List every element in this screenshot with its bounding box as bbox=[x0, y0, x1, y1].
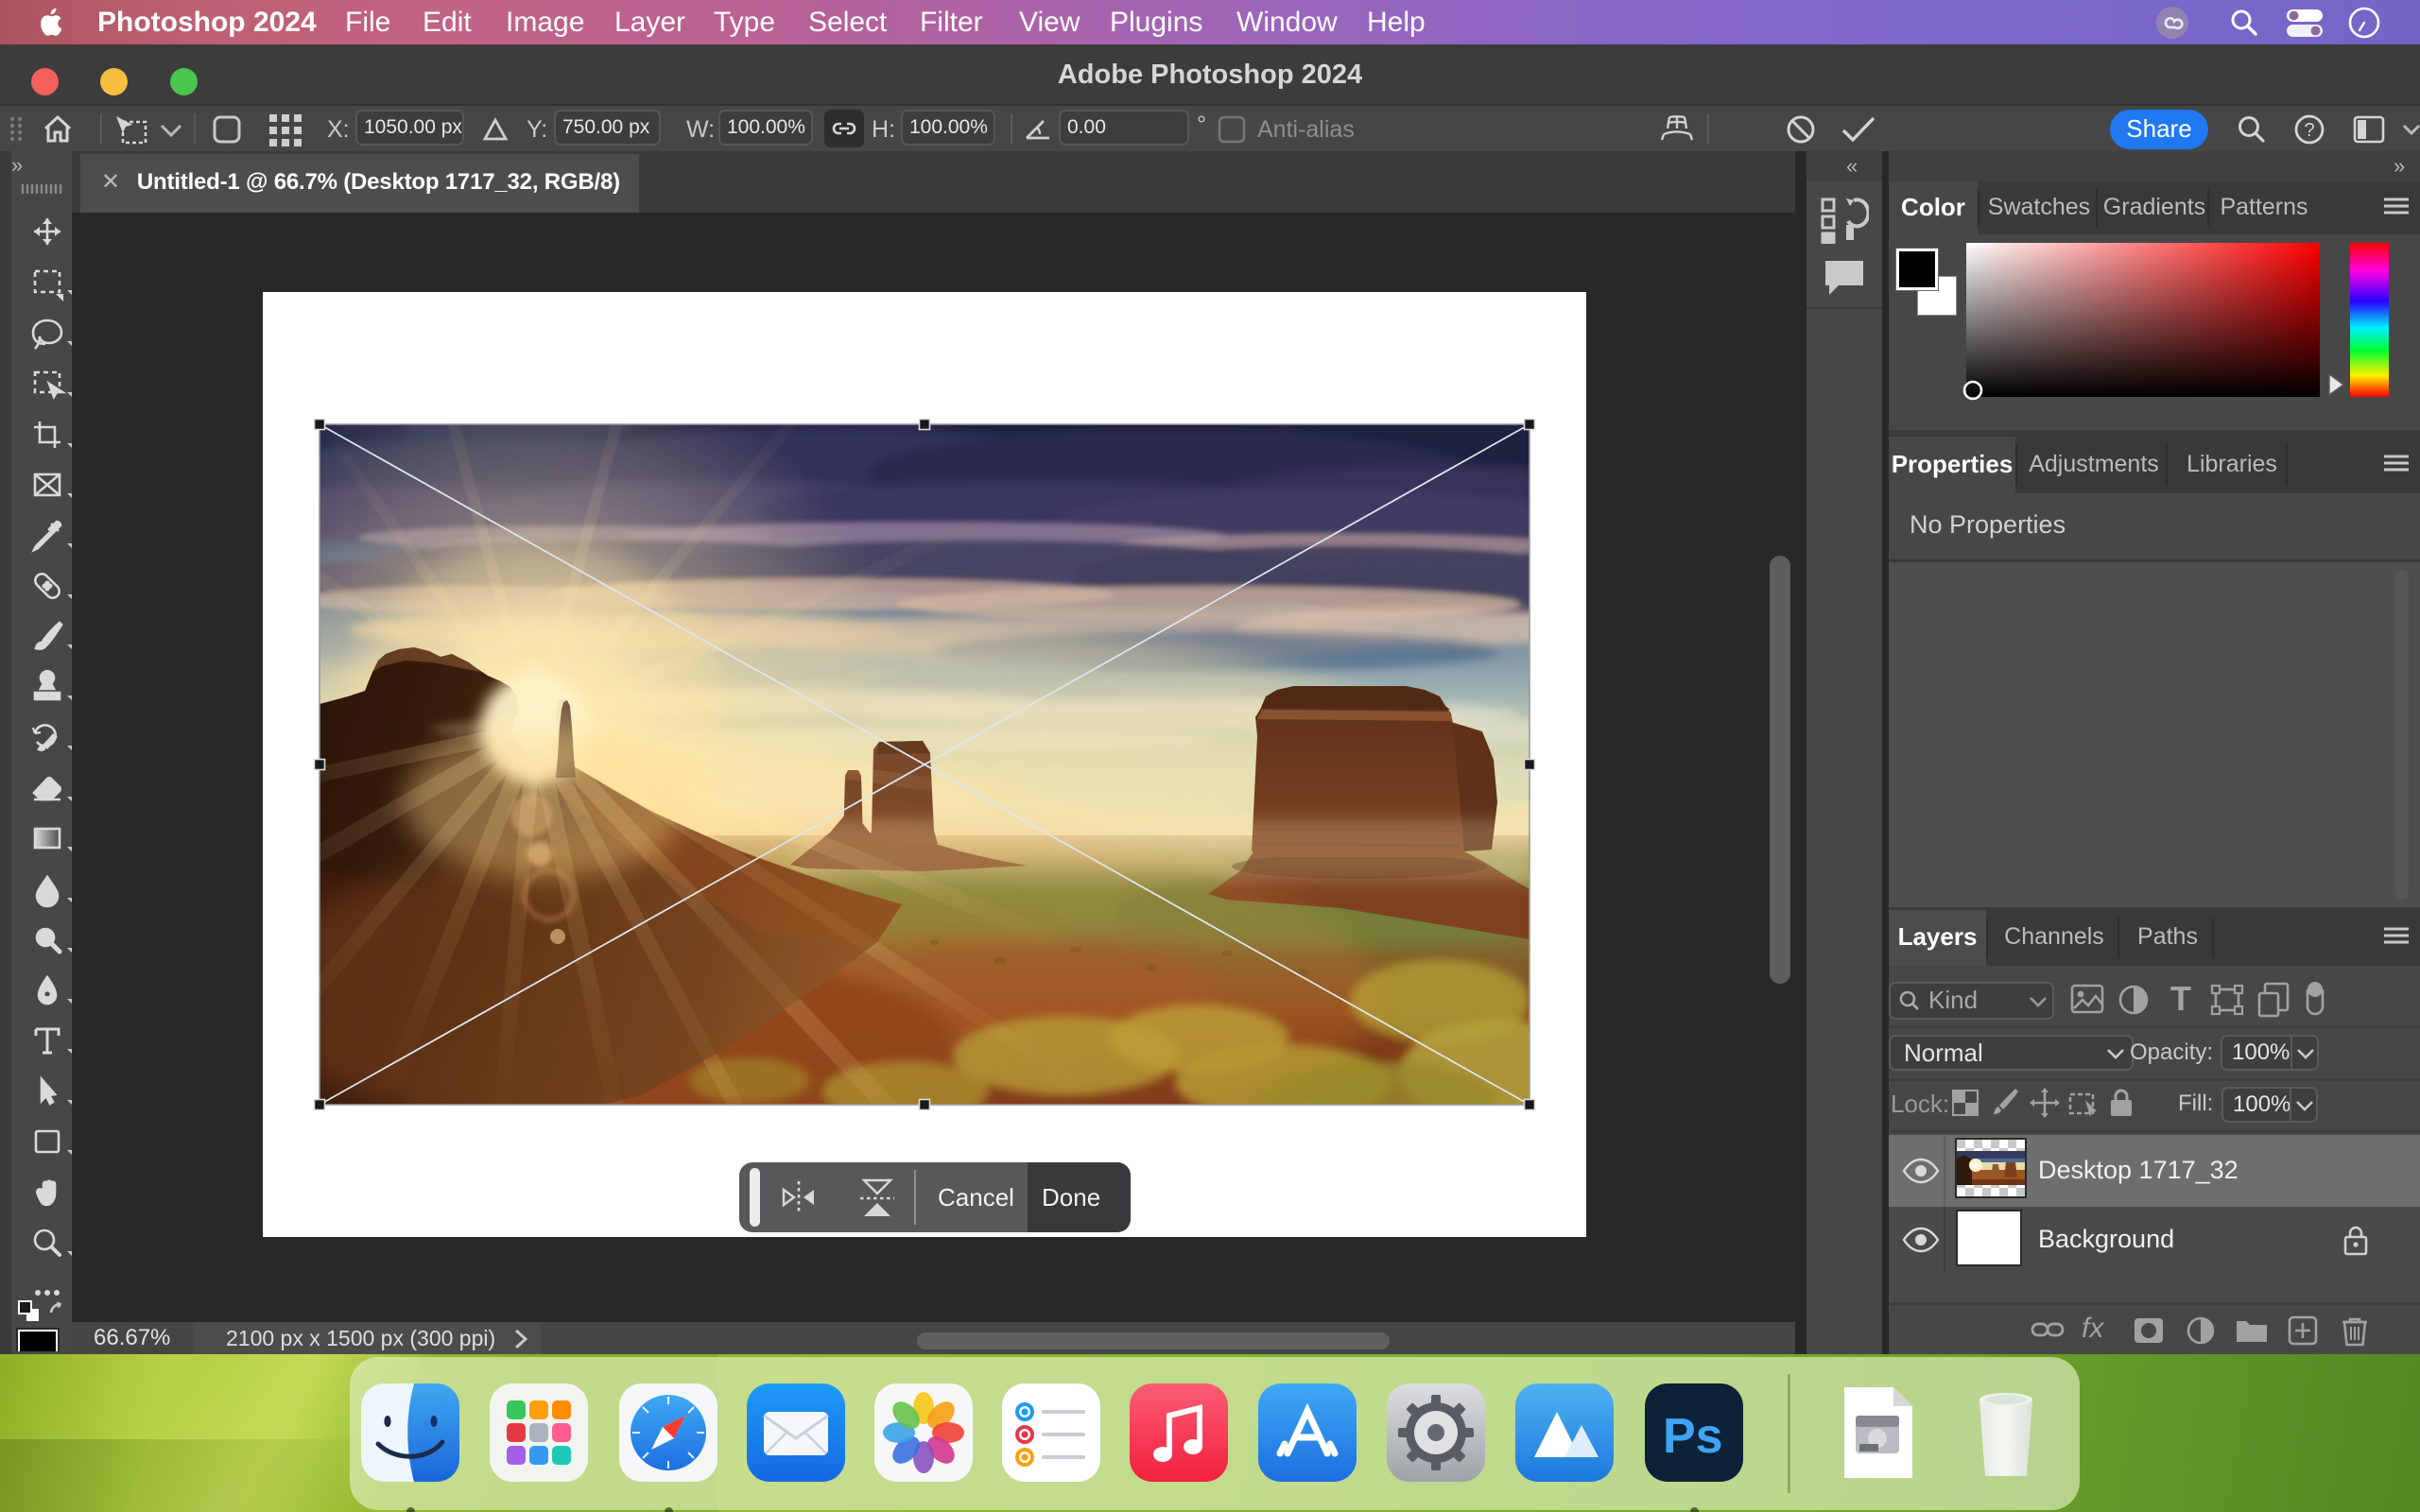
svg-text:?: ? bbox=[2304, 120, 2314, 141]
svg-text:Ps: Ps bbox=[1663, 1409, 1723, 1464]
